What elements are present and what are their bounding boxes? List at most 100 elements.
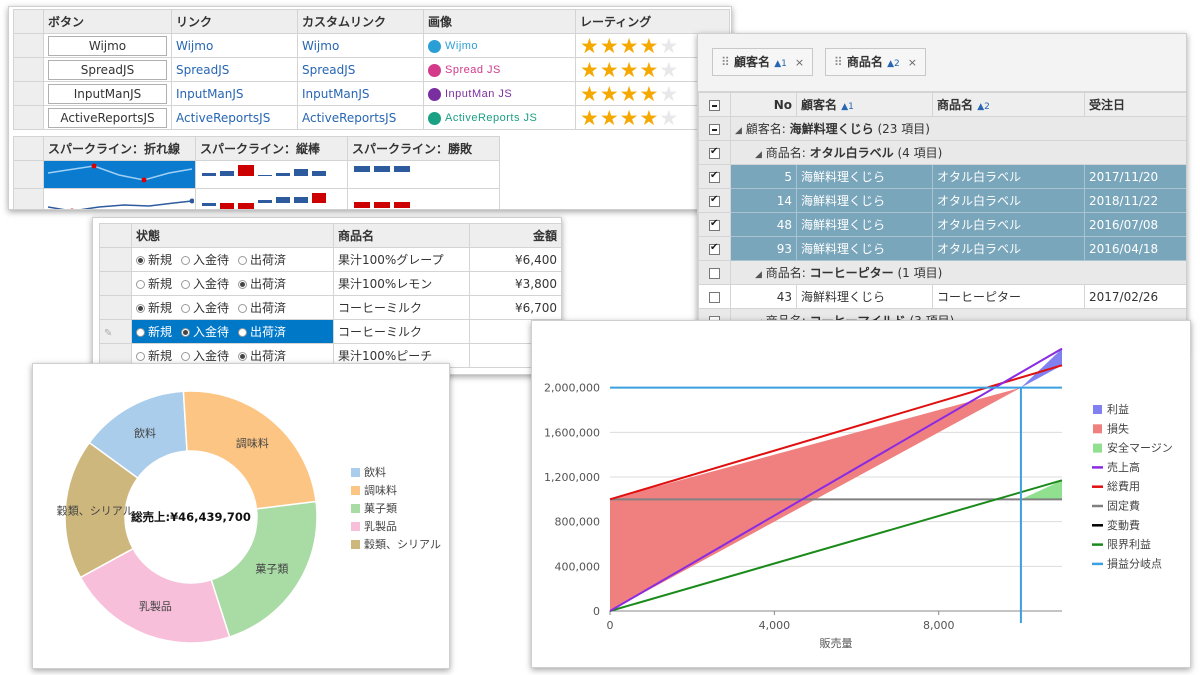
status-option[interactable]: 新規: [136, 251, 172, 268]
select-all-checkbox[interactable]: [709, 99, 720, 111]
row-checkbox[interactable]: [709, 218, 720, 231]
date-cell[interactable]: 2016/07/08: [1084, 212, 1186, 237]
row-checkbox[interactable]: [709, 194, 720, 207]
status-option[interactable]: 新規: [136, 299, 172, 316]
row-checkbox[interactable]: [709, 242, 720, 255]
table-row[interactable]: 14 海鮮料理くじら オタル白ラベル 2018/11/22: [698, 188, 1186, 213]
product-cell[interactable]: コーヒーミルク: [333, 295, 470, 320]
col-header-sparkline-winloss[interactable]: スパークライン：勝敗: [347, 136, 500, 161]
radio-button[interactable]: [136, 304, 145, 313]
no-cell[interactable]: 14: [730, 188, 797, 213]
cell-button[interactable]: Wijmo: [48, 35, 167, 56]
group-chip-product[interactable]: ⠿ 商品名 ▲2 ×: [824, 48, 926, 76]
radio-button[interactable]: [181, 328, 191, 337]
radio-button[interactable]: [181, 304, 191, 313]
table-row[interactable]: 5 海鮮料理くじら オタル白ラベル 2017/11/20: [698, 164, 1186, 189]
col-header-product[interactable]: 商品名 ▲2: [932, 92, 1085, 117]
col-header-image[interactable]: 画像: [423, 9, 576, 34]
radio-button[interactable]: [181, 256, 191, 265]
star-rating[interactable]: ★★★★★: [580, 35, 679, 57]
status-cell[interactable]: 新規 入金待 出荷済: [131, 295, 334, 320]
radio-button[interactable]: [181, 352, 191, 361]
row-checkbox[interactable]: [709, 170, 720, 183]
table-row[interactable]: 48 海鮮料理くじら オタル白ラベル 2016/07/08: [698, 212, 1186, 237]
product-cell[interactable]: コーヒーミルク: [333, 319, 470, 344]
col-header-button[interactable]: ボタン: [43, 9, 172, 34]
status-option[interactable]: 出荷済: [238, 323, 286, 340]
radio-button[interactable]: [181, 280, 191, 289]
customer-cell[interactable]: 海鮮料理くじら: [796, 284, 933, 309]
no-cell[interactable]: 43: [730, 284, 797, 309]
table-row[interactable]: ✎ 新規入金待出荷済 コーヒーミルク ¥9,7: [99, 319, 561, 344]
radio-button[interactable]: [136, 352, 145, 361]
no-cell[interactable]: 93: [730, 236, 797, 261]
customer-cell[interactable]: 海鮮料理くじら: [796, 236, 933, 261]
cell-link[interactable]: InputManJS: [176, 87, 244, 101]
status-cell[interactable]: 新規 入金待 出荷済: [131, 271, 334, 296]
status-option[interactable]: 出荷済: [238, 251, 286, 268]
status-option[interactable]: 入金待: [181, 323, 229, 340]
cell-button[interactable]: SpreadJS: [48, 59, 167, 80]
col-header-date[interactable]: 受注日: [1084, 92, 1186, 117]
select-all-cell[interactable]: [698, 92, 731, 117]
col-header-status[interactable]: 状態: [131, 223, 334, 248]
status-option[interactable]: 新規: [136, 323, 172, 340]
product-cell[interactable]: オタル白ラベル: [932, 164, 1085, 189]
amount-cell[interactable]: ¥3,800: [469, 271, 561, 296]
status-option[interactable]: 入金待: [181, 299, 229, 316]
table-row[interactable]: 新規 入金待 出荷済 果汁100%グレープ ¥6,400: [99, 247, 561, 272]
star-rating[interactable]: ★★★★★: [580, 59, 679, 81]
status-option[interactable]: 出荷済: [238, 347, 286, 364]
status-cell[interactable]: 新規 入金待 出荷済: [131, 247, 334, 272]
table-row[interactable]: 43 海鮮料理くじら コーヒーピター 2017/02/26: [698, 284, 1186, 309]
status-cell[interactable]: 新規 入金待 出荷済: [131, 319, 334, 344]
subgroup-row[interactable]: ◢ 商品名: オタル白ラベル (4 項目): [698, 140, 1186, 165]
table-row[interactable]: 93 海鮮料理くじら オタル白ラベル 2016/04/18: [698, 236, 1186, 261]
date-cell[interactable]: 2016/04/18: [1084, 236, 1186, 261]
group-chip-customer[interactable]: ⠿ 顧客名 ▲1 ×: [712, 48, 814, 76]
col-header-link[interactable]: リンク: [171, 9, 298, 34]
col-header-amount[interactable]: 金額: [469, 223, 561, 248]
row-checkbox[interactable]: [709, 291, 720, 303]
customer-cell[interactable]: 海鮮料理くじら: [796, 164, 933, 189]
remove-icon[interactable]: ×: [795, 56, 804, 69]
product-cell[interactable]: オタル白ラベル: [932, 236, 1085, 261]
status-option[interactable]: 入金待: [181, 347, 229, 364]
radio-button[interactable]: [238, 328, 248, 337]
star-rating[interactable]: ★★★★★: [580, 83, 679, 105]
group-row[interactable]: ◢ 顧客名: 海鮮料理くじら (23 項目): [698, 116, 1186, 141]
group-checkbox[interactable]: [709, 123, 720, 135]
radio-button[interactable]: [238, 352, 248, 361]
status-option[interactable]: 入金待: [181, 251, 229, 268]
collapse-icon[interactable]: ◢: [735, 126, 742, 136]
date-cell[interactable]: 2018/11/22: [1084, 188, 1186, 213]
cell-custom-link[interactable]: ActiveReportsJS: [302, 111, 396, 125]
status-option[interactable]: 出荷済: [238, 299, 286, 316]
col-header-no[interactable]: No: [730, 92, 797, 117]
col-header-custom-link[interactable]: カスタムリンク: [297, 9, 424, 34]
cell-custom-link[interactable]: Wijmo: [302, 39, 339, 53]
product-cell[interactable]: コーヒーピター: [932, 284, 1085, 309]
col-header-sparkline-line[interactable]: スパークライン：折れ線: [43, 136, 196, 161]
cell-button[interactable]: InputManJS: [48, 83, 167, 104]
collapse-icon[interactable]: ◢: [755, 150, 762, 160]
radio-button[interactable]: [238, 280, 248, 289]
product-cell[interactable]: オタル白ラベル: [932, 212, 1085, 237]
date-cell[interactable]: 2017/11/20: [1084, 164, 1186, 189]
subgroup-row[interactable]: ◢ 商品名: コーヒーピター (1 項目): [698, 260, 1186, 285]
product-cell[interactable]: オタル白ラベル: [932, 188, 1085, 213]
table-row[interactable]: 新規 入金待 出荷済 コーヒーミルク ¥6,700: [99, 295, 561, 320]
status-option[interactable]: 出荷済: [238, 275, 286, 292]
no-cell[interactable]: 5: [730, 164, 797, 189]
table-row[interactable]: 新規 入金待 出荷済 果汁100%レモン ¥3,800: [99, 271, 561, 296]
group-checkbox[interactable]: [709, 146, 720, 159]
radio-button[interactable]: [136, 280, 145, 289]
group-checkbox[interactable]: [709, 267, 720, 279]
status-option[interactable]: 入金待: [181, 275, 229, 292]
cell-button[interactable]: ActiveReportsJS: [48, 107, 167, 128]
amount-cell[interactable]: ¥6,400: [469, 247, 561, 272]
cell-link[interactable]: ActiveReportsJS: [176, 111, 270, 125]
radio-button[interactable]: [238, 256, 248, 265]
col-header-product[interactable]: 商品名: [333, 223, 470, 248]
star-rating[interactable]: ★★★★★: [580, 107, 679, 129]
